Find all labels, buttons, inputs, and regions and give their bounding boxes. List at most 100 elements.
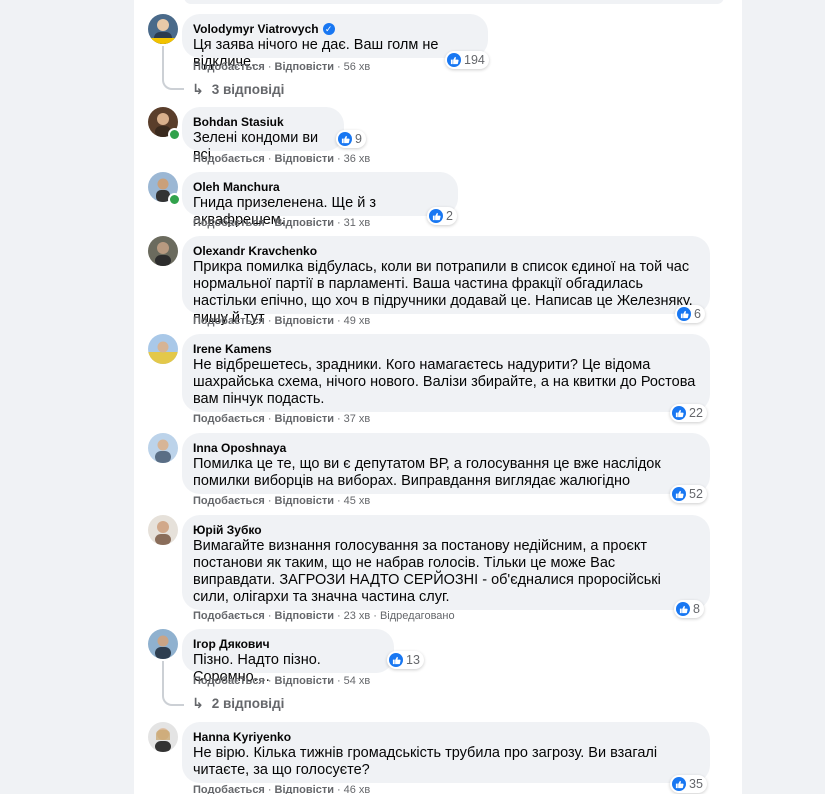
reply-arrow-icon: ↳ [192,81,204,97]
reaction-count[interactable]: 2 [427,207,457,225]
comment-bubble: Volodymyr Viatrovych ✓ Ця заява нічого н… [182,14,488,70]
verified-icon: ✓ [322,23,335,35]
author-name[interactable]: Hanna Kyriyenko [193,729,291,745]
like-button[interactable]: Подобається [193,314,265,328]
author-name[interactable]: Oleh Manchura [193,179,280,195]
comment-bubble: Юрій Зубко Вимагайте визнання голосуванн… [182,515,710,610]
avatar[interactable] [148,334,178,364]
like-icon [389,653,403,667]
reaction-count[interactable]: 6 [675,305,705,323]
reaction-count[interactable]: 52 [670,485,707,503]
comment-time[interactable]: 36 хв [344,152,371,166]
replies-count: 2 відповіді [211,696,285,711]
avatar[interactable] [148,722,178,752]
author-row: Hanna Kyriyenko [193,729,698,745]
reply-button[interactable]: Відповісти [275,494,334,508]
reaction-count[interactable]: 35 [670,775,707,793]
author-row: Olexandr Kravchenko [193,243,698,259]
like-button[interactable]: Подобається [193,494,265,508]
avatar[interactable] [148,515,178,545]
comment-time[interactable]: 46 хв [344,783,371,794]
author-row: Inna Oposhnaya [193,440,698,456]
author-name[interactable]: Inna Oposhnaya [193,440,286,456]
comment-actions: Подобається · Відповісти · 31 хв [193,216,371,230]
comment-time[interactable]: 31 хв [344,216,371,230]
comment-actions: Подобається · Відповісти · 49 хв [193,314,371,328]
author-row: Volodymyr Viatrovych ✓ [193,21,476,37]
reply-button[interactable]: Відповісти [275,609,334,623]
comment-bubble: Oleh Manchura Гнида призеленена. Ще й з … [182,172,458,228]
author-name[interactable]: Olexandr Kravchenko [193,243,317,259]
comment-bubble: Olexandr Kravchenko Прикра помилка відбу… [182,236,710,326]
author-name[interactable]: Irene Kamens [193,341,272,357]
edited-label: Відредаговано [379,610,455,622]
online-status-icon [168,128,181,141]
reaction-number: 8 [693,602,700,616]
like-button[interactable]: Подобається [193,60,265,74]
like-icon [338,132,352,146]
comment-actions: Подобається · Відповісти · 54 хв [193,674,371,688]
reaction-number: 52 [689,487,703,501]
like-button[interactable]: Подобається [193,783,265,794]
reaction-count[interactable]: 8 [674,600,704,618]
replies-count: 3 відповіді [211,82,285,97]
author-name[interactable]: Volodymyr Viatrovych [193,21,319,37]
reply-button[interactable]: Відповісти [275,60,334,74]
reaction-count[interactable]: 9 [336,130,366,148]
reaction-number: 35 [689,777,703,791]
reaction-number: 194 [464,53,485,67]
like-icon [677,307,691,321]
like-icon [672,406,686,420]
reaction-number: 2 [446,209,453,223]
reaction-number: 22 [689,406,703,420]
reply-button[interactable]: Відповісти [275,783,334,794]
avatar[interactable] [148,14,178,44]
reaction-number: 6 [694,307,701,321]
like-icon [672,487,686,501]
comment-time[interactable]: 49 хв [344,314,371,328]
like-button[interactable]: Подобається [193,412,265,426]
comment-actions: Подобається · Відповісти · 45 хв [193,494,371,508]
comment-bubble: Bohdan Stasiuk Зелені кондоми ви всі. [182,107,344,163]
reply-button[interactable]: Відповісти [275,152,334,166]
author-name[interactable]: Ігор Дякович [193,636,270,652]
previous-comment-bubble-edge [184,0,724,4]
like-icon [672,777,686,791]
reply-arrow-icon: ↳ [192,695,204,711]
comment-text: Помилка це те, що ви є депутатом ВР, а г… [193,456,661,489]
like-button[interactable]: Подобається [193,152,265,166]
like-button[interactable]: Подобається [193,674,265,688]
like-button[interactable]: Подобається [193,216,265,230]
comment-time[interactable]: 37 хв [344,412,371,426]
reaction-number: 9 [355,132,362,146]
reaction-count[interactable]: 22 [670,404,707,422]
comment-bubble: Inna Oposhnaya Помилка це те, що ви є де… [182,433,710,494]
comment-time[interactable]: 56 хв [344,60,371,74]
reaction-count[interactable]: 13 [387,651,424,669]
reaction-count[interactable]: 194 [445,51,489,69]
avatar[interactable] [148,629,178,659]
reply-button[interactable]: Відповісти [275,674,334,688]
view-replies-link[interactable]: ↳ 2 відповіді [192,695,284,712]
reaction-number: 13 [406,653,420,667]
author-name[interactable]: Юрій Зубко [193,522,262,538]
comment-text: Не вірю. Кілька тижнів громадськість тру… [193,745,658,778]
like-icon [676,602,690,616]
avatar[interactable] [148,236,178,266]
comments-panel: Volodymyr Viatrovych ✓ Ця заява нічого н… [134,0,742,794]
reply-button[interactable]: Відповісти [275,412,334,426]
online-status-icon [168,193,181,206]
reply-button[interactable]: Відповісти [275,314,334,328]
view-replies-link[interactable]: ↳ 3 відповіді [192,81,284,98]
comment-time[interactable]: 45 хв [344,494,371,508]
comment-time[interactable]: 54 хв [344,674,371,688]
comment-text: Вимагайте визнання голосування за постан… [193,538,661,605]
comment-actions: Подобається · Відповісти · 36 хв [193,152,371,166]
reply-button[interactable]: Відповісти [275,216,334,230]
comment-time[interactable]: 23 хв [344,609,371,623]
author-name[interactable]: Bohdan Stasiuk [193,114,284,130]
like-button[interactable]: Подобається [193,609,265,623]
comment-actions: Подобається · Відповісти · 46 хв [193,783,370,794]
author-row: Bohdan Stasiuk [193,114,332,130]
avatar[interactable] [148,433,178,463]
